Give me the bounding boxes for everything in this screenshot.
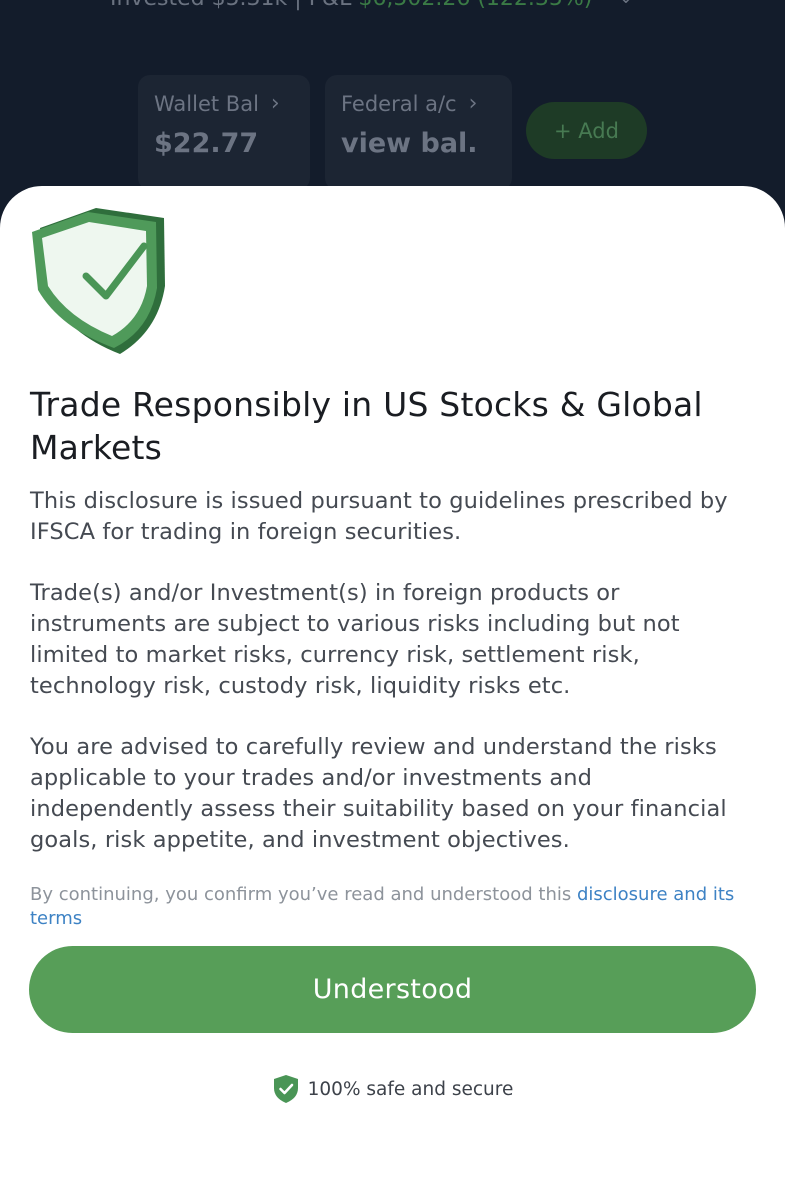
disclosure-paragraph-3: You are advised to carefully review and … [30,734,727,853]
add-funds-button[interactable]: + Add [526,102,647,159]
wallet-balance-card[interactable]: Wallet Bal › $22.77 [138,75,310,190]
invested-summary-text: Invested $5.31k | P&L [110,0,358,11]
consent-text: By continuing, you confirm you’ve read a… [30,884,577,905]
chevron-down-icon: ⌄ [618,0,633,8]
disclosure-paragraph-2: Trade(s) and/or Investment(s) in foreign… [30,580,680,699]
secure-text: 100% safe and secure [307,1078,514,1100]
wallet-balance-value: $22.77 [154,128,259,159]
disclosure-bottom-sheet: Trade Responsibly in US Stocks & Global … [0,186,785,1200]
portfolio-summary: Invested $5.31k | P&L $6,502.26 (122.35%… [110,0,633,11]
chevron-right-icon: › [468,91,478,116]
sheet-title: Trade Responsibly in US Stocks & Global … [30,385,703,467]
disclosure-paragraph-1: This disclosure is issued pursuant to gu… [30,488,728,545]
chevron-right-icon: › [270,91,280,116]
understood-button[interactable]: Understood [29,946,756,1033]
secure-note: 100% safe and secure [0,1074,785,1104]
federal-account-label: Federal a/c [341,91,457,116]
federal-account-value: view bal. [341,128,478,159]
shield-check-icon [272,1074,300,1104]
shield-check-icon [28,206,170,356]
consent-note: By continuing, you confirm you’ve read a… [30,883,750,931]
wallet-balance-label: Wallet Bal [154,91,259,116]
federal-account-card[interactable]: Federal a/c › view bal. [325,75,512,190]
page: Invested $5.31k | P&L $6,502.26 (122.35%… [0,0,785,1200]
pl-value: $6,502.26 (122.35%) [358,0,592,11]
